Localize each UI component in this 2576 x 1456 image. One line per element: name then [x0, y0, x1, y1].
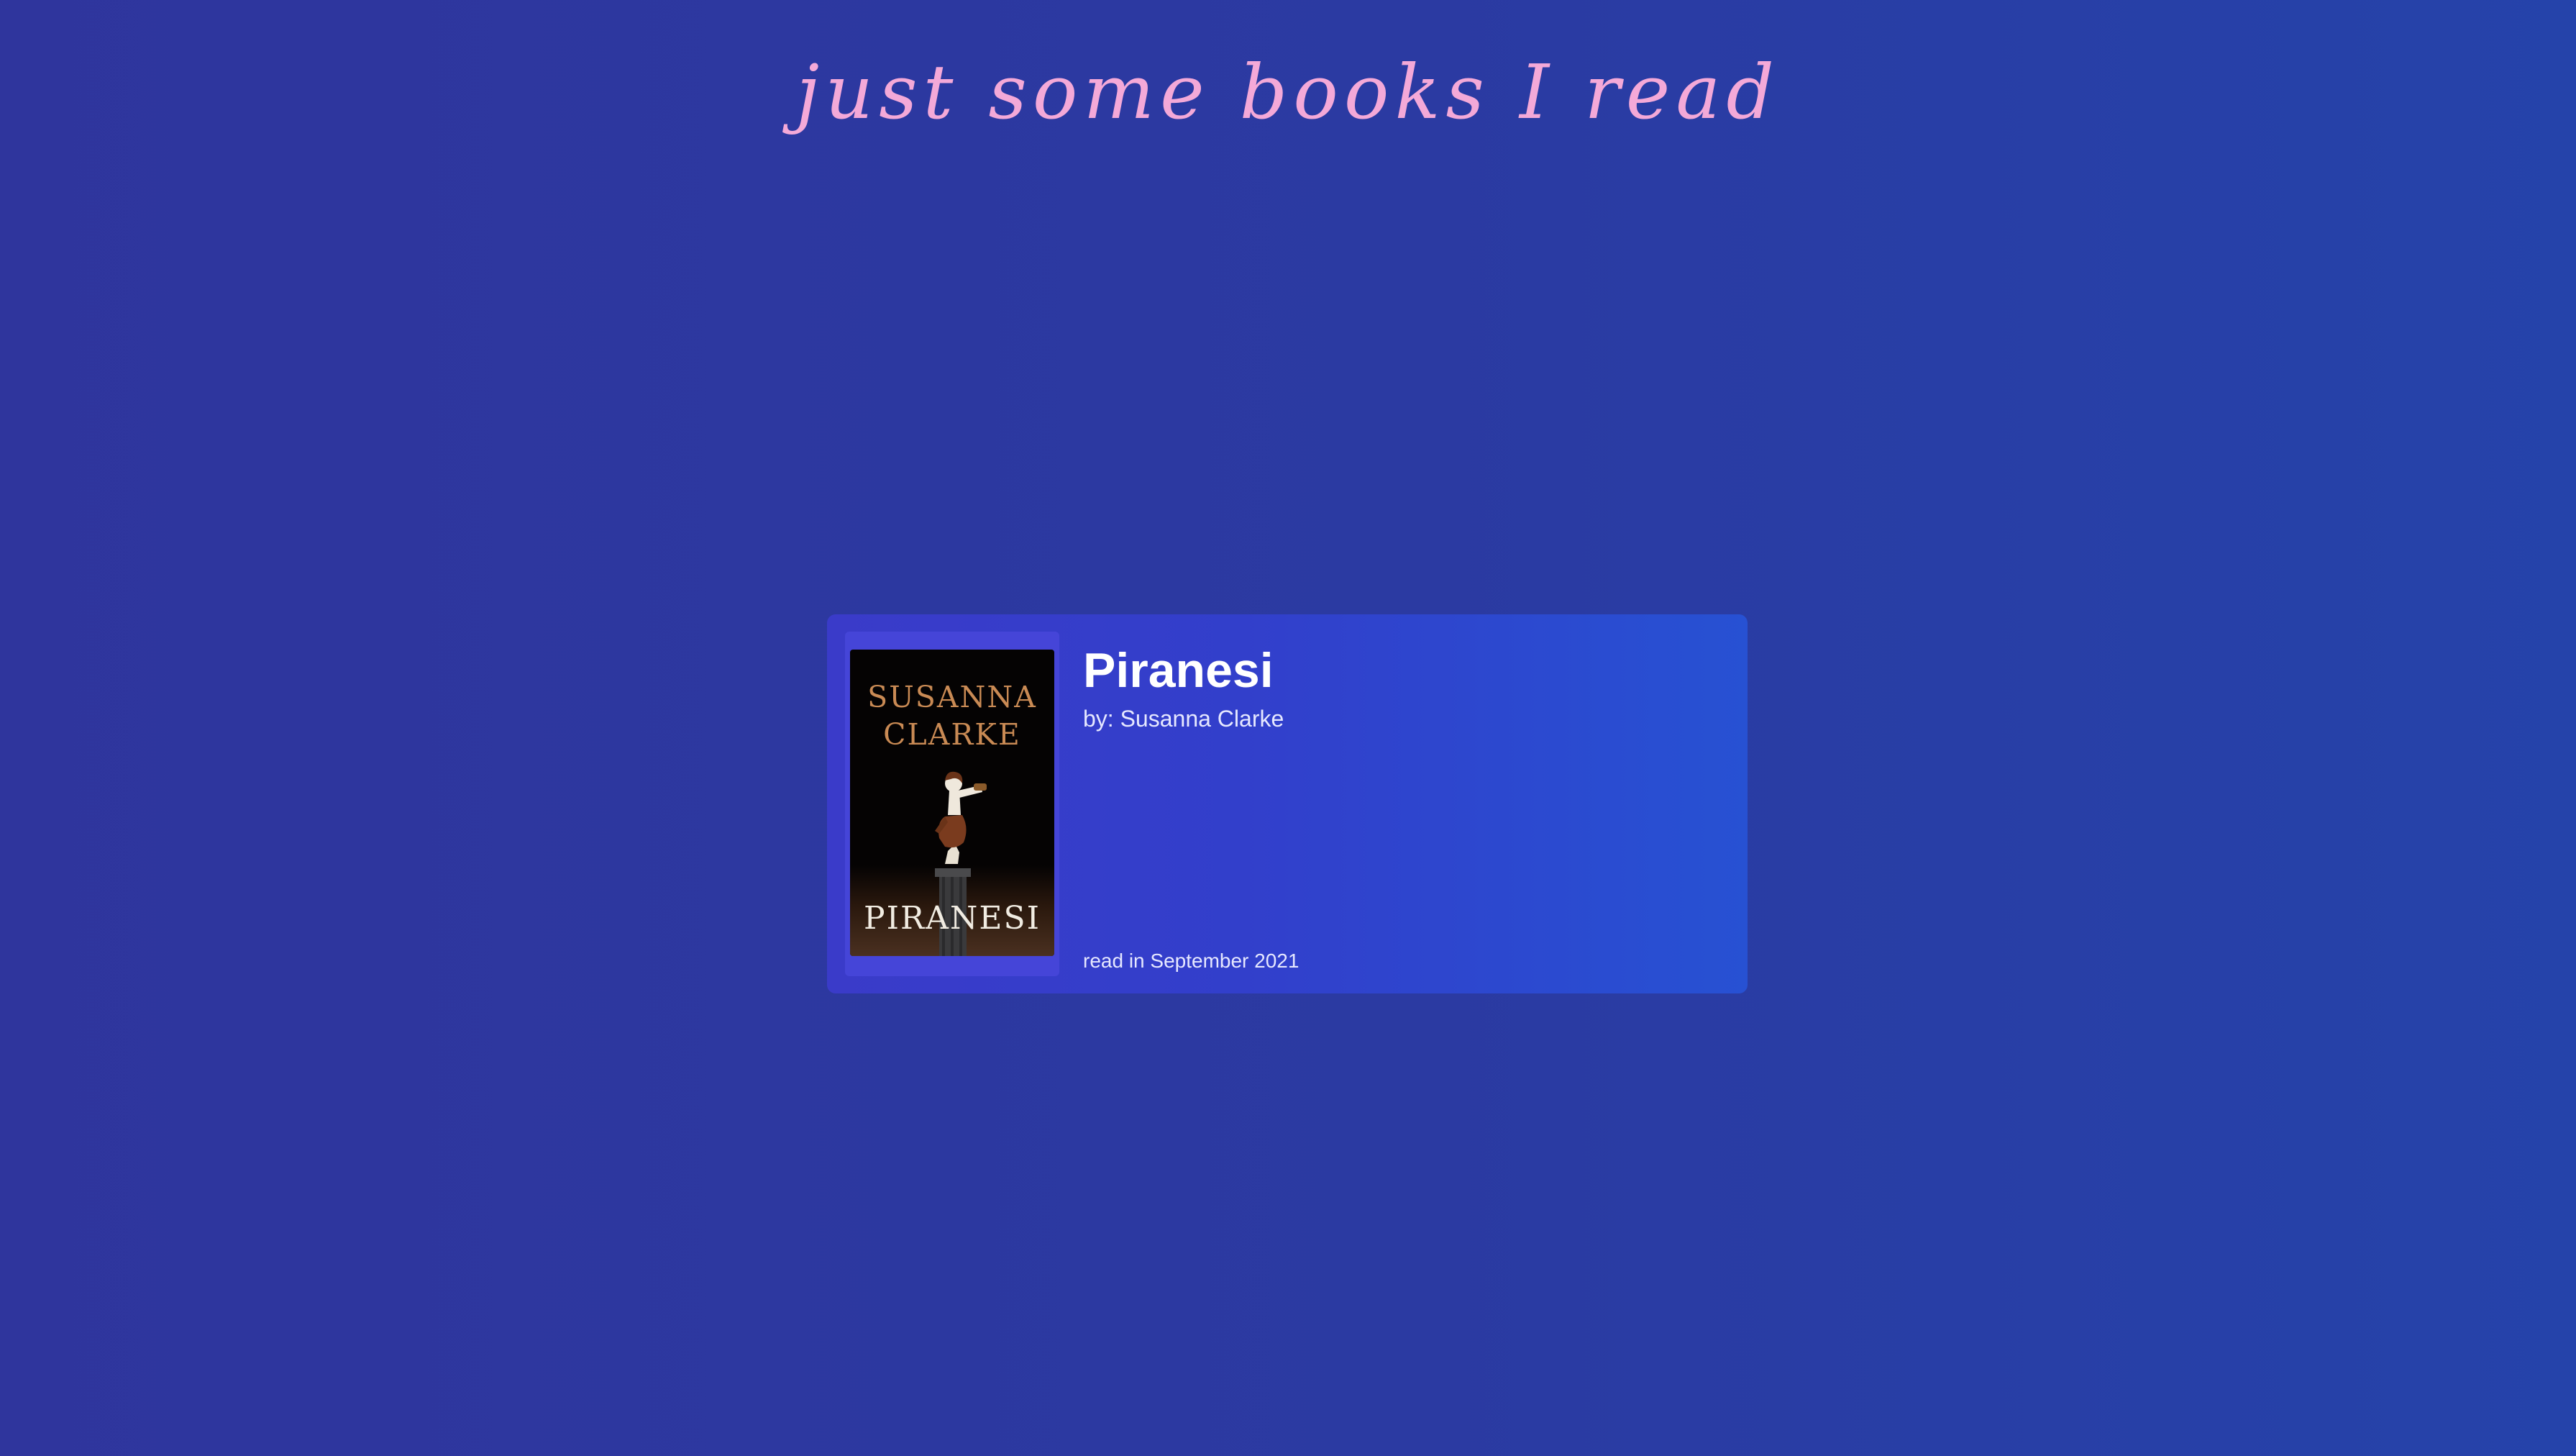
cover-author-text: SUSANNA CLARKE — [867, 680, 1037, 752]
read-date: read in September 2021 — [1083, 950, 1300, 972]
book-cover-frame: SUSANNA CLARKE PIRANESI — [845, 632, 1059, 976]
book-title: Piranesi — [1083, 643, 1274, 698]
cover-title-text: PIRANESI — [863, 900, 1041, 937]
page-title: just some books I read — [796, 48, 1780, 136]
book-card[interactable]: SUSANNA CLARKE PIRANESI Piranesi by: Susa… — [827, 614, 1748, 993]
book-cover-image: SUSANNA CLARKE PIRANESI — [850, 650, 1054, 956]
book-author: by: Susanna Clarke — [1083, 706, 1284, 732]
